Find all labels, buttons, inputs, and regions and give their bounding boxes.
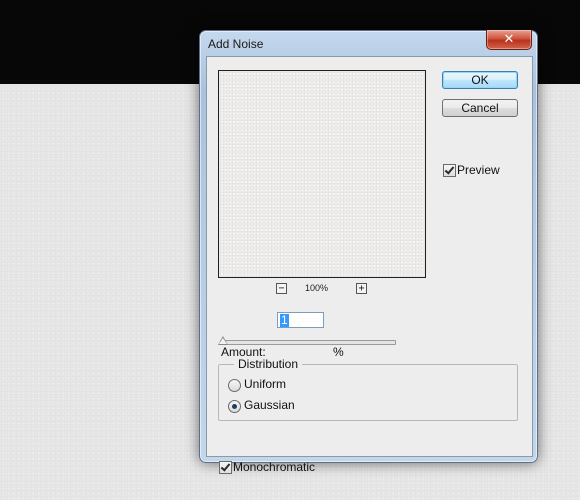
dialog-body: − 100% + OK Cancel Preview Amount: 1 % D…: [206, 56, 533, 474]
amount-value: 1: [280, 313, 289, 327]
noise-preview[interactable]: [218, 70, 426, 278]
uniform-radio[interactable]: [228, 379, 241, 392]
monochromatic-checkbox[interactable]: [219, 461, 232, 474]
amount-unit: %: [333, 345, 344, 359]
cancel-button[interactable]: Cancel: [442, 99, 518, 117]
zoom-in-button[interactable]: +: [356, 283, 367, 294]
distribution-group: Distribution Uniform Gaussian: [218, 357, 518, 421]
uniform-label: Uniform: [244, 377, 287, 391]
close-icon: ✕: [503, 32, 515, 47]
amount-slider-thumb[interactable]: [218, 336, 228, 345]
preview-checkbox[interactable]: [443, 164, 456, 177]
add-noise-dialog: Add Noise ✕ − 100% + OK Cancel Preview A…: [199, 30, 538, 474]
amount-slider-track[interactable]: [220, 340, 396, 345]
zoom-level: 100%: [305, 283, 329, 293]
monochromatic-label: Monochromatic: [233, 460, 316, 474]
distribution-title: Distribution: [234, 357, 303, 371]
close-button[interactable]: ✕: [486, 30, 532, 50]
zoom-out-button[interactable]: −: [276, 283, 287, 294]
preview-label: Preview: [457, 163, 500, 177]
ok-button[interactable]: OK: [442, 71, 518, 89]
gaussian-radio[interactable]: [228, 400, 241, 413]
gaussian-label: Gaussian: [244, 398, 295, 412]
dialog-title: Add Noise: [208, 37, 264, 51]
amount-input[interactable]: 1: [277, 312, 324, 328]
